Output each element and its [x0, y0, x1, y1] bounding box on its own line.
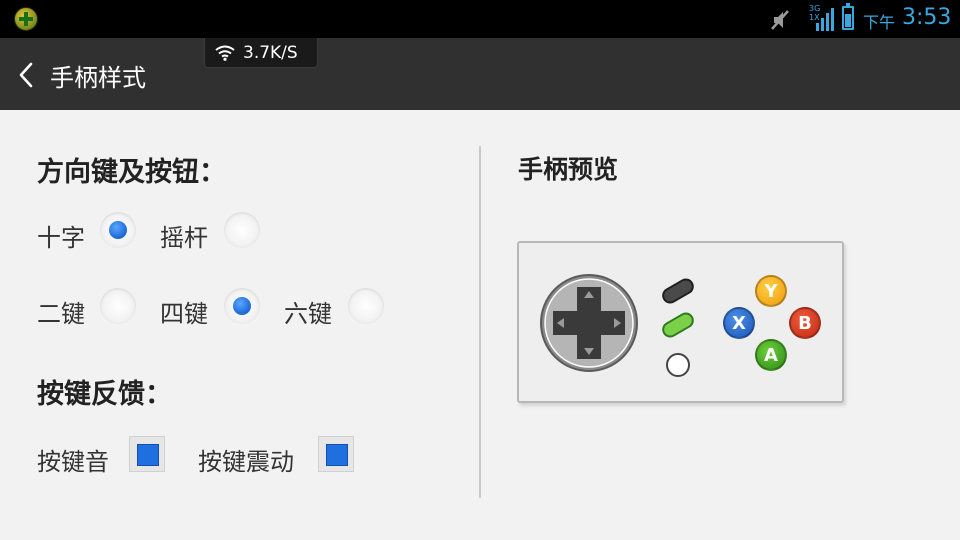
start-button	[659, 309, 697, 341]
option-label-key-vibration: 按键震动	[198, 448, 294, 476]
direction-section-title: 方向键及按钮：	[37, 157, 226, 188]
radio-six-keys[interactable]	[348, 288, 384, 324]
mute-icon	[771, 10, 789, 30]
clock-time: 3:53	[902, 5, 952, 30]
button-x: X	[723, 307, 755, 339]
home-button	[666, 353, 690, 377]
wifi-icon	[215, 45, 235, 61]
settings-content: 方向键及按钮： 十字 摇杆 二键 四键 六键 按键反馈： 按键音 按键震动 手柄…	[0, 110, 960, 540]
option-label-six-keys: 六键	[284, 300, 332, 328]
option-label-two-keys: 二键	[37, 300, 85, 328]
vertical-divider	[479, 146, 481, 498]
clock-ampm: 下午	[863, 13, 896, 32]
action-bar: 手柄样式 3.7K/S	[0, 38, 960, 110]
option-label-four-keys: 四键	[160, 300, 208, 328]
battery-icon	[842, 3, 854, 30]
select-button	[659, 275, 697, 307]
button-y: Y	[755, 275, 787, 307]
checkbox-key-vibration[interactable]	[318, 436, 354, 472]
feedback-section-title: 按键反馈：	[37, 379, 172, 410]
gamepad-preview: Y X B A	[517, 241, 844, 403]
preview-title: 手柄预览	[518, 155, 619, 184]
chevron-left-icon	[19, 62, 33, 88]
status-bar: 3G 1X 下午 3:53	[0, 0, 960, 38]
radio-joystick[interactable]	[224, 212, 260, 248]
radio-two-keys[interactable]	[100, 288, 136, 324]
page-title: 手柄样式	[50, 63, 146, 92]
dpad-icon	[540, 274, 638, 372]
checkbox-key-sound[interactable]	[129, 436, 165, 472]
app-notification-icon	[14, 7, 38, 31]
network-speed-overlay: 3.7K/S	[204, 38, 318, 68]
battery-level	[845, 14, 851, 27]
signal-icon	[816, 8, 834, 31]
radio-four-keys[interactable]	[224, 288, 260, 324]
option-label-key-sound: 按键音	[37, 448, 109, 476]
option-label-joystick: 摇杆	[160, 224, 208, 252]
back-button[interactable]: 手柄样式	[18, 56, 178, 94]
button-b: B	[789, 307, 821, 339]
button-a: A	[755, 339, 787, 371]
radio-cross[interactable]	[100, 212, 136, 248]
option-label-cross: 十字	[37, 224, 85, 252]
